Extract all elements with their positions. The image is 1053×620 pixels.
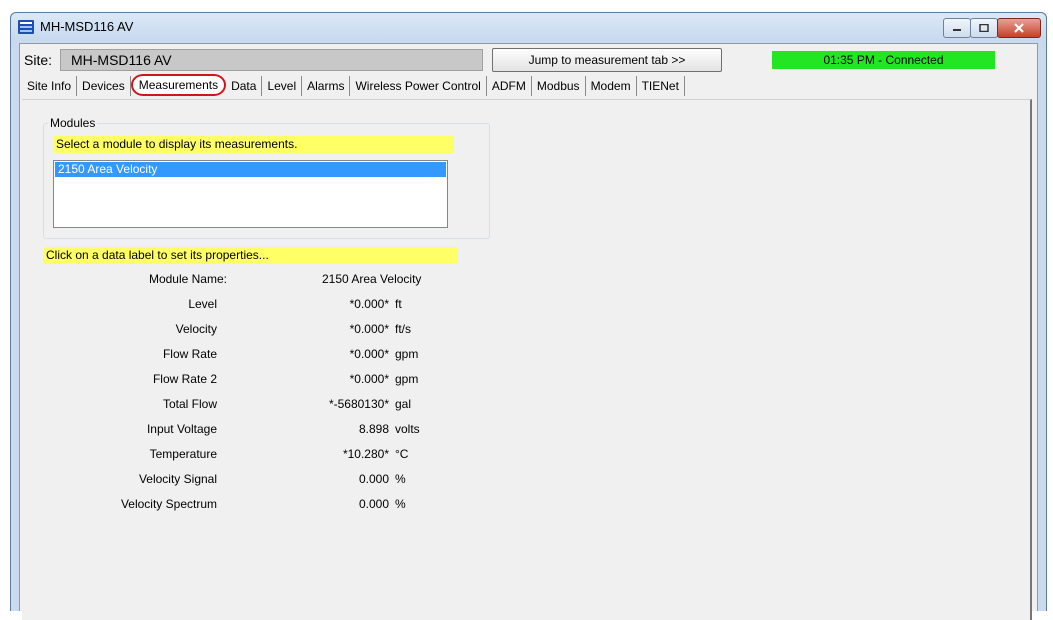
measurement-row-velocity-signal: Velocity Signal 0.000 % [22, 472, 492, 490]
close-button[interactable] [997, 18, 1041, 38]
measurement-label[interactable]: Total Flow [163, 397, 217, 411]
minimize-icon [953, 29, 961, 31]
measurement-row-input-voltage: Input Voltage 8.898 volts [22, 422, 492, 440]
measurement-unit: % [395, 472, 406, 486]
measurement-unit: °C [395, 447, 409, 461]
measurement-row-level: Level *0.000* ft [22, 297, 492, 315]
tab-site-info[interactable]: Site Info [22, 76, 78, 96]
tab-modbus[interactable]: Modbus [532, 76, 586, 96]
measurement-label[interactable]: Input Voltage [147, 422, 217, 436]
measurement-value: *0.000* [349, 347, 389, 361]
maximize-button[interactable] [970, 18, 998, 38]
app-window: MH-MSD116 AV Site: MH-MSD116 AV Jump to … [10, 12, 1047, 620]
measurement-value: 8.898 [358, 422, 389, 436]
measurement-unit: gpm [395, 372, 419, 386]
measurement-label[interactable]: Level [188, 297, 217, 311]
measurement-label[interactable]: Flow Rate 2 [153, 372, 217, 386]
measurement-label[interactable]: Flow Rate [163, 347, 217, 361]
title-bar[interactable]: MH-MSD116 AV [11, 13, 1046, 41]
measurement-value: *0.000* [349, 297, 389, 311]
module-name-label[interactable]: Module Name: [149, 272, 227, 286]
measurement-label[interactable]: Temperature [150, 447, 217, 461]
tab-devices[interactable]: Devices [77, 76, 131, 96]
measurement-unit: gpm [395, 347, 419, 361]
list-item[interactable]: 2150 Area Velocity [54, 161, 447, 178]
measurements-panel: Modules Select a module to display its m… [22, 99, 1032, 620]
connection-status: 01:35 PM - Connected [772, 51, 995, 69]
properties-hint: Click on a data label to set its propert… [43, 247, 458, 264]
module-name-row: Module Name: 2150 Area Velocity [22, 272, 492, 290]
measurement-unit: gal [395, 397, 412, 411]
app-icon [18, 19, 34, 35]
site-field: MH-MSD116 AV [60, 49, 483, 71]
measurement-row-flow-rate-2: Flow Rate 2 *0.000* gpm [22, 372, 492, 390]
tab-data[interactable]: Data [226, 76, 263, 96]
jump-to-measurement-button[interactable]: Jump to measurement tab >> [492, 48, 722, 72]
client-area: Site: MH-MSD116 AV Jump to measurement t… [19, 43, 1038, 620]
measurement-value: *-5680130* [328, 397, 389, 411]
measurement-unit: ft/s [395, 322, 412, 336]
minimize-button[interactable] [943, 18, 971, 38]
tab-alarms[interactable]: Alarms [302, 76, 351, 96]
tab-bar: Site Info Devices Measurements Data Leve… [22, 74, 685, 98]
site-value: MH-MSD116 AV [71, 52, 172, 68]
maximize-icon [979, 24, 989, 32]
window-title: MH-MSD116 AV [40, 19, 134, 34]
measurement-value: *10.280* [342, 447, 389, 461]
measurement-value: *0.000* [349, 322, 389, 336]
modules-group-label: Modules [48, 116, 98, 130]
close-icon [1014, 23, 1024, 33]
measurement-unit: ft [395, 297, 402, 311]
measurement-label[interactable]: Velocity [176, 322, 217, 336]
site-row: Site: MH-MSD116 AV Jump to measurement t… [20, 44, 1037, 74]
tab-measurements[interactable]: Measurements [130, 74, 227, 96]
measurement-label[interactable]: Velocity Signal [139, 472, 217, 486]
measurement-row-total-flow: Total Flow *-5680130* gal [22, 397, 492, 415]
measurement-row-velocity: Velocity *0.000* ft/s [22, 322, 492, 340]
measurement-row-velocity-spectrum: Velocity Spectrum 0.000 % [22, 497, 492, 515]
measurement-label[interactable]: Velocity Spectrum [121, 497, 217, 511]
measurement-value: *0.000* [349, 372, 389, 386]
measurement-row-temperature: Temperature *10.280* °C [22, 447, 492, 465]
modules-group: Modules Select a module to display its m… [43, 116, 490, 239]
tab-modem[interactable]: Modem [586, 76, 637, 96]
tab-wireless-power-control[interactable]: Wireless Power Control [350, 76, 487, 96]
tab-tienet[interactable]: TIENet [637, 76, 685, 96]
tab-adfm[interactable]: ADFM [487, 76, 532, 96]
measurement-unit: % [395, 497, 406, 511]
site-label: Site: [24, 52, 53, 68]
measurement-unit: volts [395, 422, 420, 436]
measurement-value: 0.000 [358, 472, 389, 486]
modules-hint: Select a module to display its measureme… [53, 136, 453, 153]
measurement-row-flow-rate: Flow Rate *0.000* gpm [22, 347, 492, 365]
module-name-value: 2150 Area Velocity [322, 272, 422, 286]
tab-level[interactable]: Level [262, 76, 303, 96]
modules-listbox[interactable]: 2150 Area Velocity [53, 160, 448, 228]
measurement-value: 0.000 [358, 497, 389, 511]
